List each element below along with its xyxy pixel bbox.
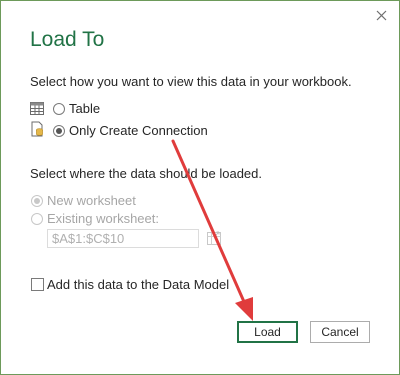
annotation-arrow [171, 139, 253, 321]
load-to-dialog: Load To Select how you want to view this… [0, 0, 400, 375]
